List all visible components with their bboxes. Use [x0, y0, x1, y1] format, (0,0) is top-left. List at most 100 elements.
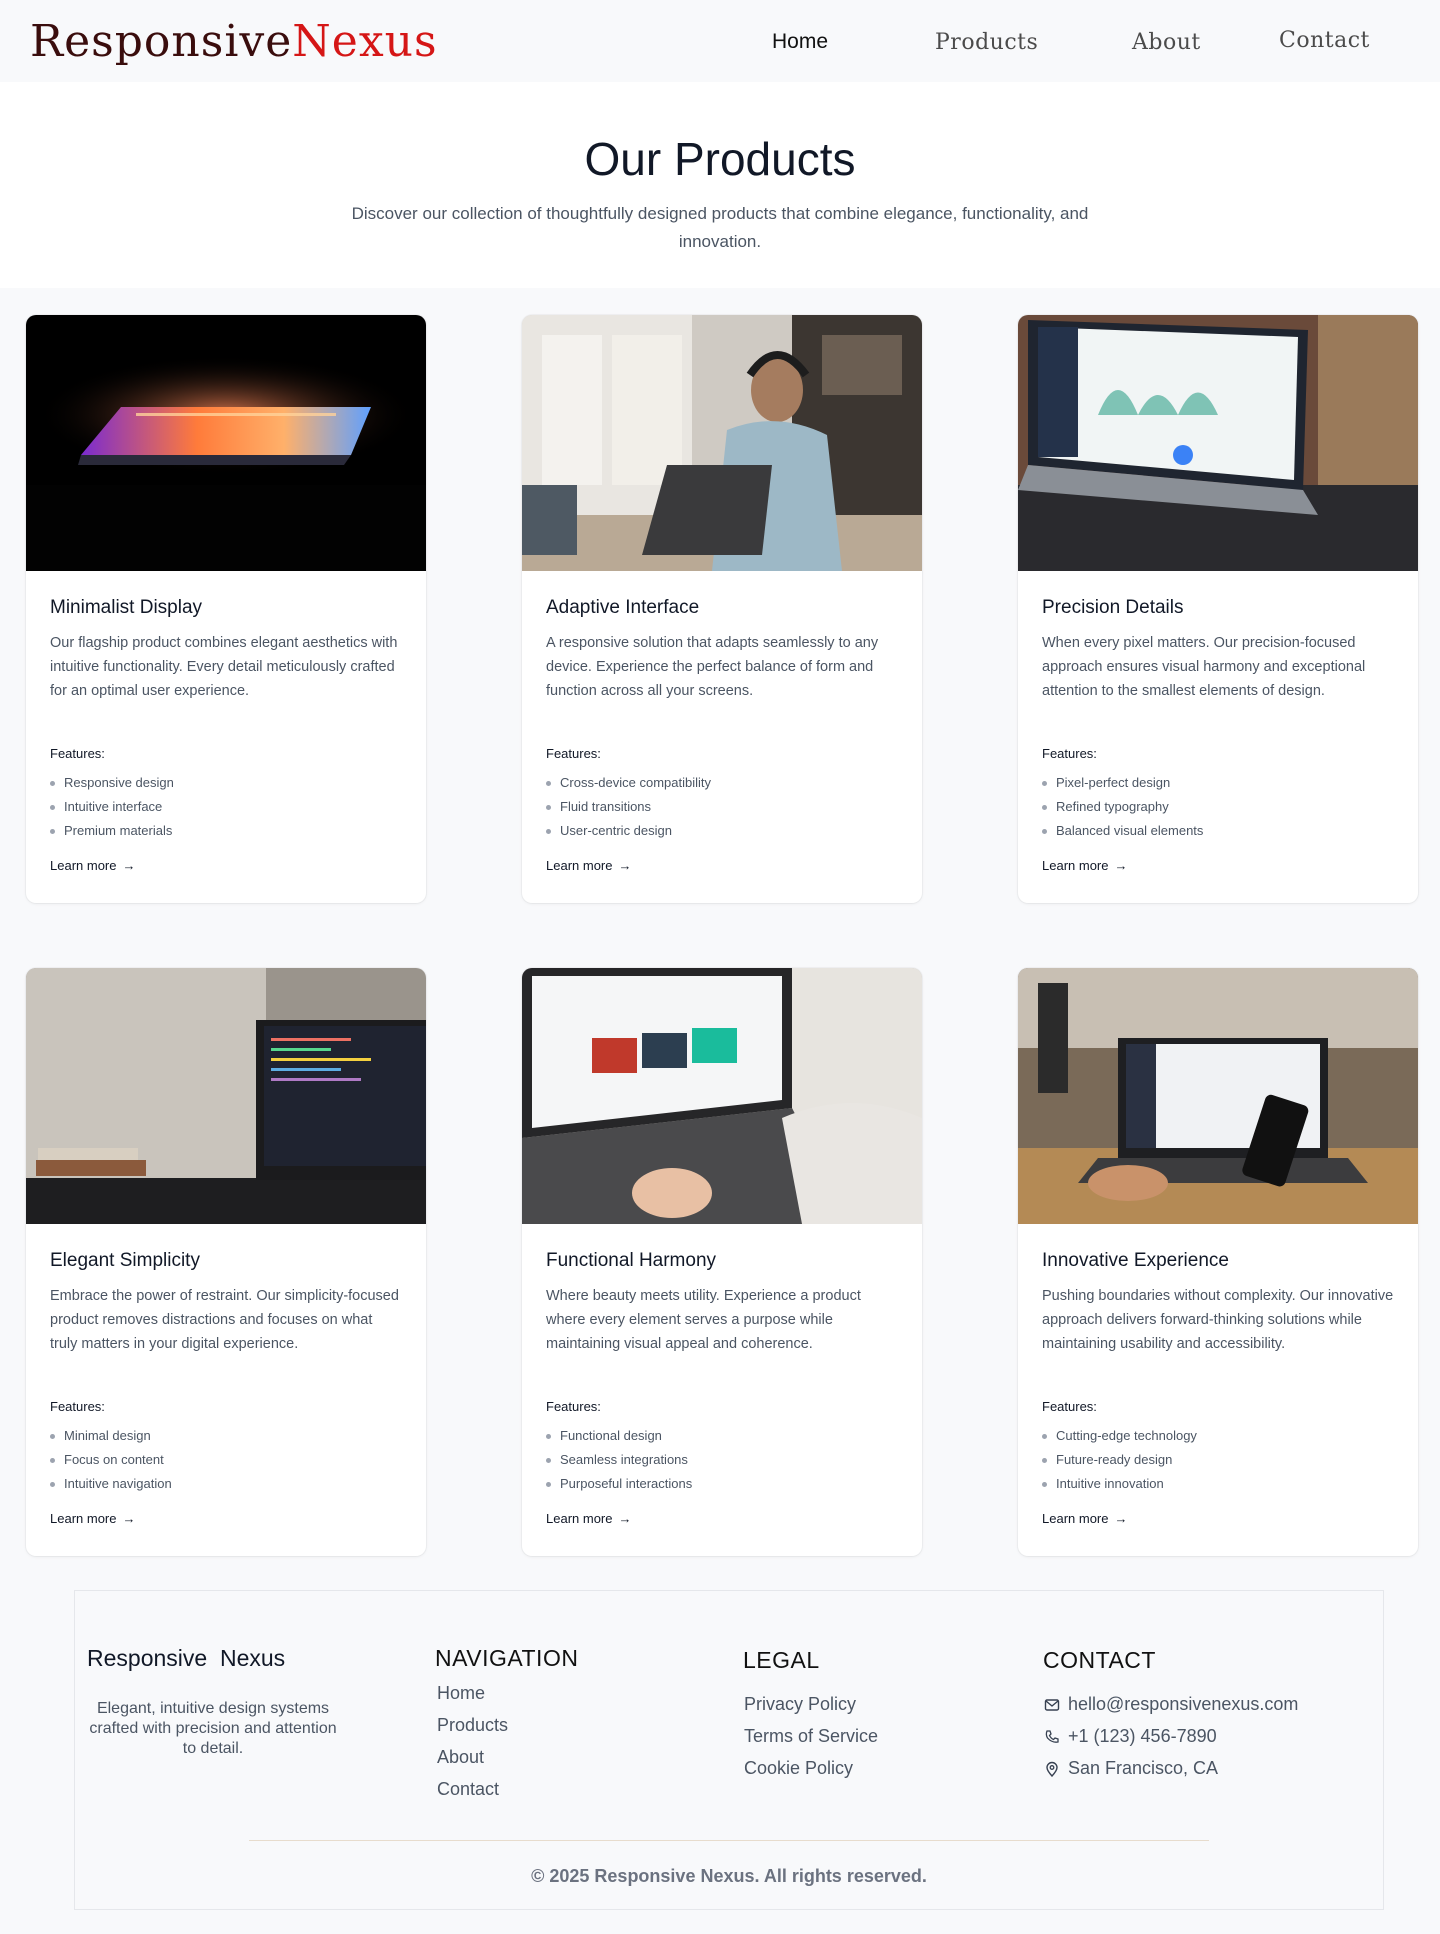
feature-item: Fluid transitions: [546, 795, 711, 819]
site-logo[interactable]: ResponsiveNexus: [30, 16, 438, 67]
footer-tagline: Elegant, intuitive design systems crafte…: [89, 1700, 337, 1757]
feature-item: Cutting-edge technology: [1042, 1424, 1197, 1448]
product-description: Embrace the power of restraint. Our simp…: [50, 1288, 399, 1352]
footer-phone[interactable]: +1 (123) 456-7890: [1044, 1726, 1217, 1747]
feature-item: Focus on content: [50, 1448, 172, 1472]
product-title: Adaptive Interface: [546, 597, 700, 618]
logo-text-nexus: Nexus: [292, 16, 438, 67]
product-description: A responsive solution that adapts seamle…: [546, 635, 879, 699]
learn-more-link[interactable]: Learn more →: [1042, 858, 1127, 873]
nav-products[interactable]: Products: [935, 30, 1038, 55]
footer-legal-heading: LEGAL: [743, 1647, 820, 1673]
product-card: Precision Details When every pixel matte…: [1018, 315, 1418, 903]
footer-link-products[interactable]: Products: [437, 1715, 508, 1736]
feature-item: Purposeful interactions: [546, 1472, 692, 1496]
feature-item: Cross-device compatibility: [546, 771, 711, 795]
learn-more-label: Learn more: [546, 1511, 613, 1526]
footer-link-contact[interactable]: Contact: [437, 1779, 499, 1800]
learn-more-label: Learn more: [1042, 1511, 1109, 1526]
learn-more-label: Learn more: [1042, 858, 1109, 873]
feature-list: Minimal design Focus on content Intuitiv…: [50, 1424, 172, 1496]
nav-home[interactable]: Home: [772, 30, 828, 54]
product-image-man-headphones: [522, 315, 922, 571]
logo-text-responsive: Responsive: [30, 16, 293, 67]
arrow-right-icon: →: [122, 858, 136, 873]
product-description: Our flagship product combines elegant ae…: [50, 635, 398, 699]
footer-contact-heading: CONTACT: [1043, 1647, 1156, 1673]
footer-location-text: San Francisco, CA: [1068, 1758, 1219, 1778]
arrow-right-icon: →: [618, 858, 632, 873]
nav-about[interactable]: About: [1132, 30, 1201, 55]
features-label: Features:: [50, 746, 105, 761]
nav-contact[interactable]: Contact: [1279, 28, 1370, 53]
learn-more-label: Learn more: [546, 858, 613, 873]
footer-navigation-heading: NAVIGATION: [435, 1645, 579, 1671]
page-title: Our Products: [584, 133, 856, 185]
feature-item: Seamless integrations: [546, 1448, 692, 1472]
feature-list: Responsive design Intuitive interface Pr…: [50, 771, 174, 843]
product-card: Minimalist Display Our flagship product …: [26, 315, 426, 903]
footer-location: San Francisco, CA: [1044, 1758, 1218, 1779]
learn-more-link[interactable]: Learn more →: [546, 858, 631, 873]
footer-link-terms[interactable]: Terms of Service: [744, 1726, 878, 1747]
mail-icon: [1044, 1698, 1060, 1711]
arrow-right-icon: →: [1114, 858, 1128, 873]
feature-item: Functional design: [546, 1424, 692, 1448]
features-label: Features:: [546, 1399, 601, 1414]
features-label: Features:: [546, 746, 601, 761]
learn-more-label: Learn more: [50, 858, 117, 873]
feature-list: Cross-device compatibility Fluid transit…: [546, 771, 711, 843]
product-card: Innovative Experience Pushing boundaries…: [1018, 968, 1418, 1556]
feature-item: User-centric design: [546, 819, 711, 843]
footer-link-home[interactable]: Home: [437, 1683, 485, 1704]
footer-brand: Responsive Nexus: [87, 1645, 285, 1672]
footer-brand-part1: Responsive: [87, 1645, 208, 1671]
page-subtitle: Discover our collection of thoughtfully …: [351, 204, 1089, 251]
feature-list: Functional design Seamless integrations …: [546, 1424, 692, 1496]
arrow-right-icon: →: [618, 1511, 632, 1526]
product-image-laptop-code: [26, 968, 426, 1224]
product-title: Precision Details: [1042, 597, 1184, 618]
product-title: Innovative Experience: [1042, 1250, 1229, 1271]
feature-item: Refined typography: [1042, 795, 1203, 819]
product-card: Adaptive Interface A responsive solution…: [522, 315, 922, 903]
feature-item: Future-ready design: [1042, 1448, 1197, 1472]
learn-more-link[interactable]: Learn more →: [1042, 1511, 1127, 1526]
learn-more-link[interactable]: Learn more →: [50, 858, 135, 873]
footer-link-about[interactable]: About: [437, 1747, 484, 1768]
features-label: Features:: [1042, 746, 1097, 761]
arrow-right-icon: →: [1114, 1511, 1128, 1526]
footer-email[interactable]: hello@responsivenexus.com: [1044, 1694, 1298, 1715]
product-description: Pushing boundaries without complexity. O…: [1042, 1288, 1394, 1352]
learn-more-link[interactable]: Learn more →: [546, 1511, 631, 1526]
learn-more-label: Learn more: [50, 1511, 117, 1526]
product-image-phone-laptop-cafe: [1018, 968, 1418, 1224]
features-label: Features:: [1042, 1399, 1097, 1414]
product-title: Elegant Simplicity: [50, 1250, 200, 1271]
phone-icon: [1045, 1729, 1059, 1743]
product-card: Functional Harmony Where beauty meets ut…: [522, 968, 922, 1556]
feature-list: Pixel-perfect design Refined typography …: [1042, 771, 1203, 843]
footer-copyright: © 2025 Responsive Nexus. All rights rese…: [531, 1866, 927, 1886]
footer-phone-text: +1 (123) 456-7890: [1068, 1726, 1217, 1746]
footer-link-privacy[interactable]: Privacy Policy: [744, 1694, 856, 1715]
site-header: ResponsiveNexus Home Products About Cont…: [0, 0, 1440, 82]
feature-list: Cutting-edge technology Future-ready des…: [1042, 1424, 1197, 1496]
product-image-laptop-glow: [26, 315, 426, 571]
feature-item: Premium materials: [50, 819, 174, 843]
product-description: When every pixel matters. Our precision-…: [1042, 635, 1366, 699]
site-footer: Responsive Nexus Elegant, intuitive desi…: [74, 1590, 1384, 1910]
map-pin-icon: [1046, 1761, 1058, 1777]
features-label: Features:: [50, 1399, 105, 1414]
product-image-laptop-dashboard: [1018, 315, 1418, 571]
learn-more-link[interactable]: Learn more →: [50, 1511, 135, 1526]
footer-brand-part2: Nexus: [219, 1645, 286, 1671]
product-title: Minimalist Display: [50, 597, 203, 618]
feature-item: Responsive design: [50, 771, 174, 795]
footer-link-cookies[interactable]: Cookie Policy: [744, 1758, 853, 1779]
footer-email-text: hello@responsivenexus.com: [1068, 1694, 1299, 1714]
feature-item: Balanced visual elements: [1042, 819, 1203, 843]
feature-item: Intuitive innovation: [1042, 1472, 1197, 1496]
arrow-right-icon: →: [122, 1511, 136, 1526]
feature-item: Intuitive navigation: [50, 1472, 172, 1496]
